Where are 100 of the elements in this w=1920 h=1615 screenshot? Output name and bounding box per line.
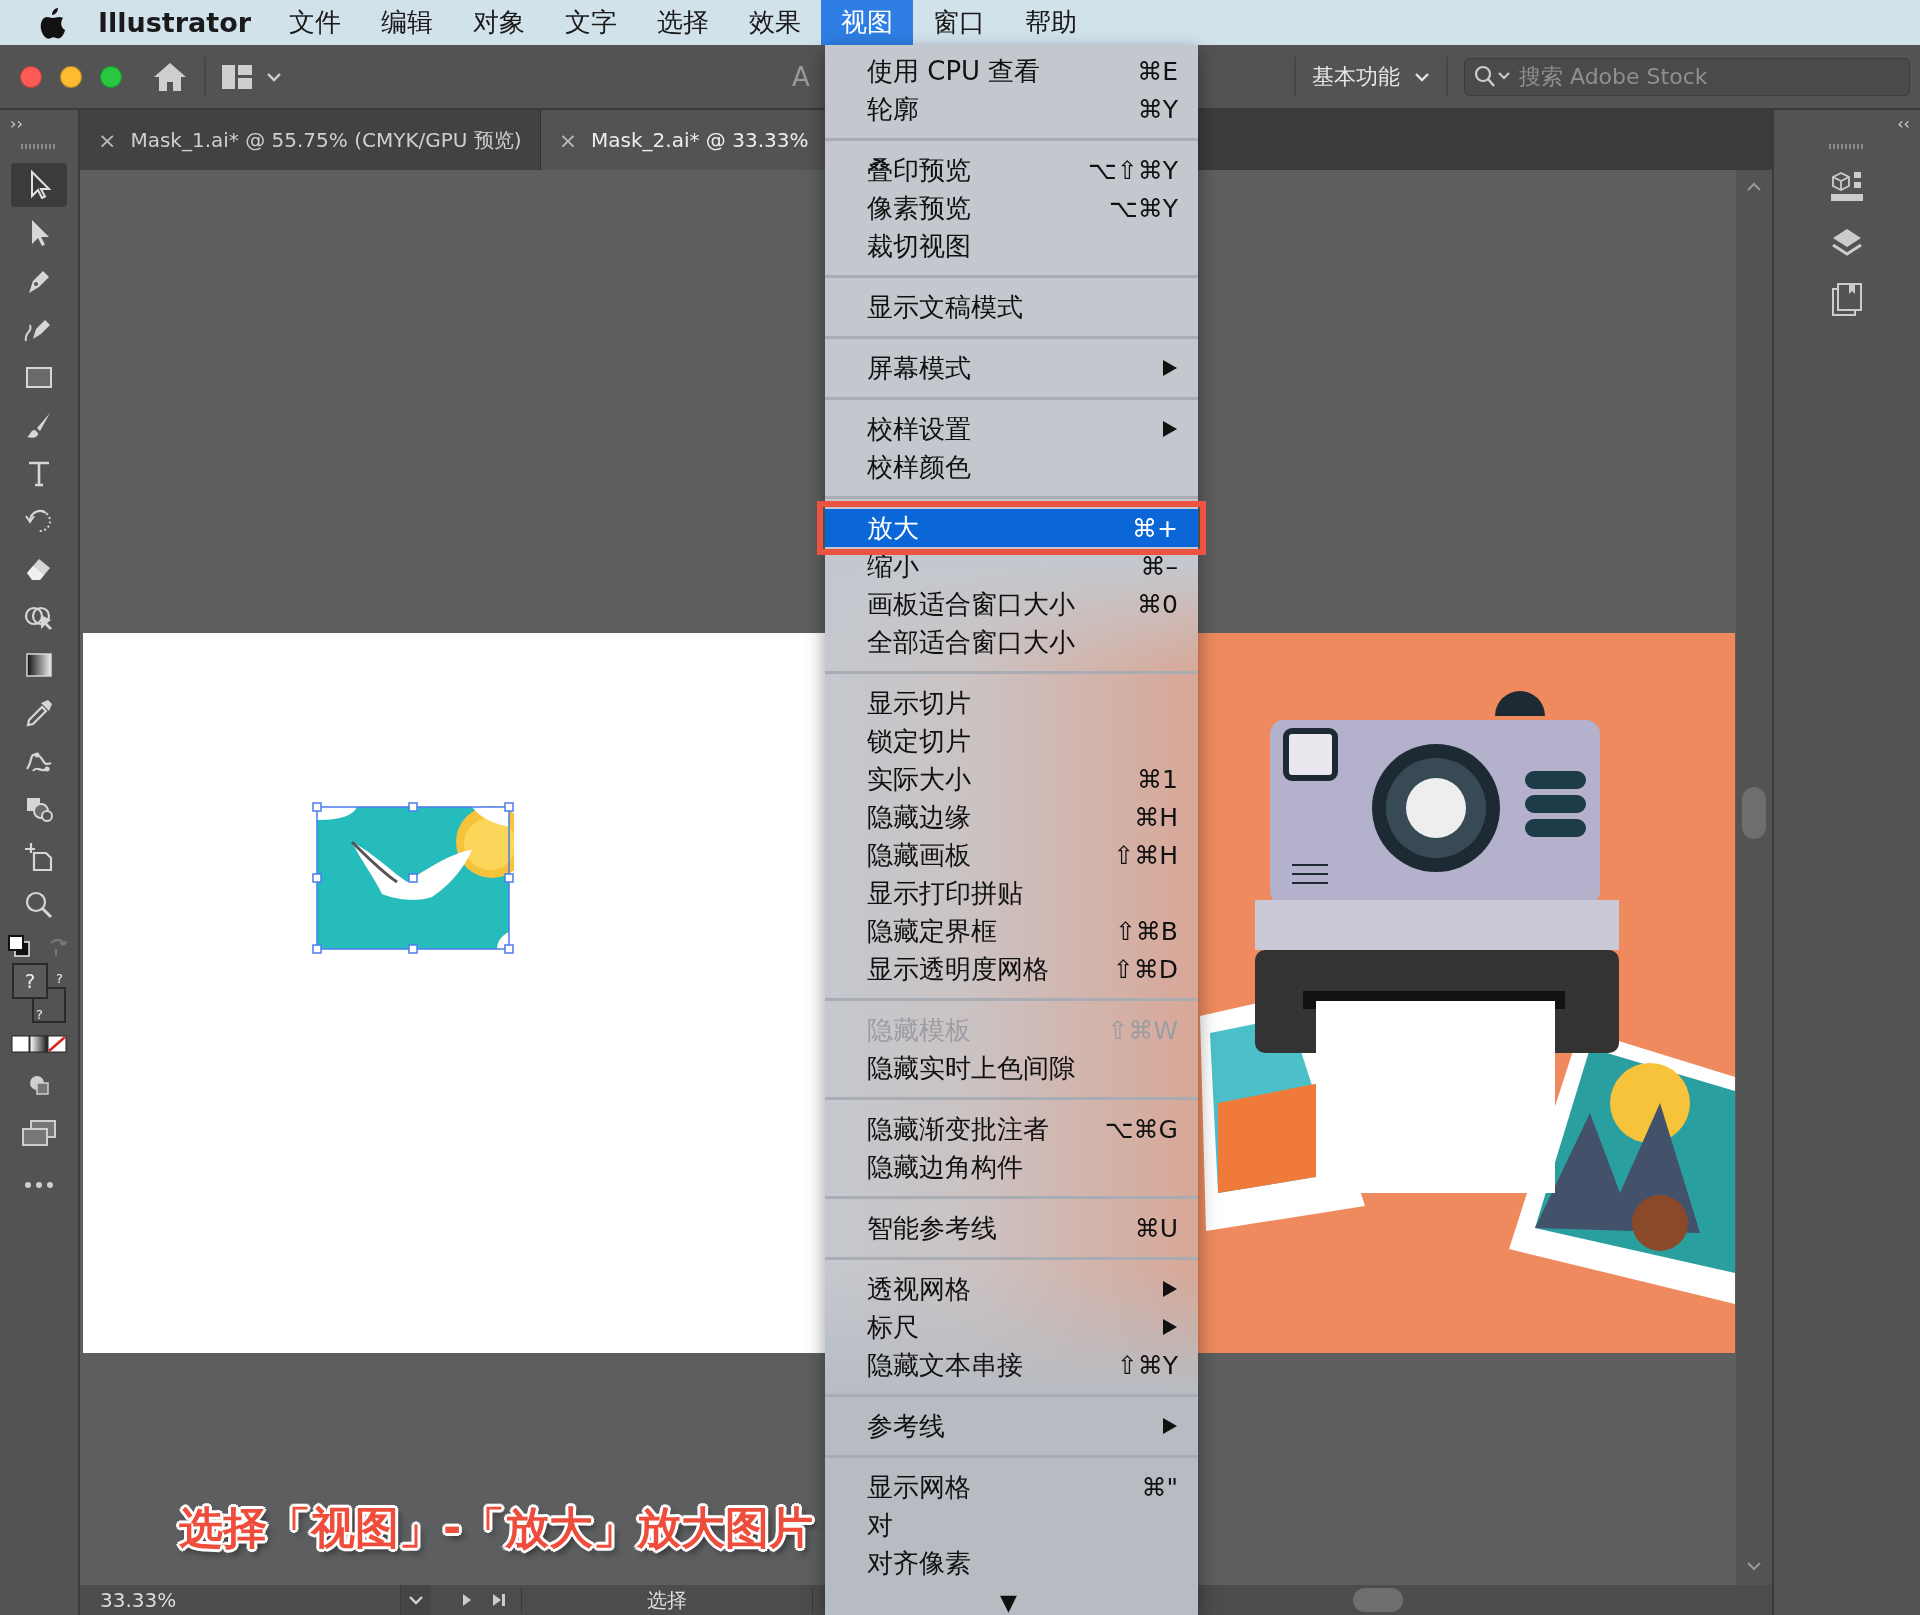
shortcut-label: ⌘" [1141,1472,1178,1502]
shortcut-label: ⌥⌘Y [1108,193,1178,223]
more-icon[interactable] [24,1181,54,1189]
menu-item[interactable]: 校样设置 [825,410,1198,448]
menu-item[interactable]: 裁切视图 [825,227,1198,265]
shortcut-label: ⌘0 [1137,589,1178,619]
menu-item[interactable]: 画板适合窗口大小 ⌘0 [825,585,1198,623]
scroll-down-icon[interactable] [1746,1561,1762,1571]
chevron-down-icon [1414,71,1430,82]
submenu-arrow-icon [1162,1280,1178,1298]
menu-item[interactable]: 锁定切片 [825,722,1198,760]
scroll-down-arrow[interactable]: ▼ [1000,1590,1017,1615]
menu-item[interactable]: 实际大小 ⌘1 [825,760,1198,798]
menu-bar-item[interactable]: 视图 [821,0,914,45]
zoom-level-field[interactable]: 33.33% [80,1588,220,1612]
menu-item[interactable]: 显示打印拼贴 [825,874,1198,912]
apple-logo-icon[interactable] [38,5,68,40]
selected-bird-image-drawing[interactable] [312,802,514,954]
menu-bar-item[interactable]: 帮助 [1005,0,1098,45]
workspace-switcher[interactable]: 基本功能 [1312,61,1430,92]
menu-bar-item[interactable]: 文件 [269,0,362,45]
menu-item[interactable]: 显示文稿模式 [825,288,1198,326]
caption-text: 选择「视图」-「放大」放大图片 [178,1501,815,1555]
close-tab-button[interactable]: × [558,127,578,153]
menu-item[interactable]: 显示切片 [825,684,1198,722]
menu-item[interactable]: 显示透明度网格 ⇧⌘D [825,950,1198,988]
tab-title: Mask_2.ai* @ 33.33% [591,128,809,152]
menu-bar-item[interactable]: 文字 [545,0,638,45]
home-icon[interactable] [152,60,188,93]
default-colors-icon[interactable] [8,935,30,957]
last-artboard-icon[interactable] [491,1592,507,1608]
menu-bar-item[interactable]: 选择 [637,0,730,45]
scroll-up-icon[interactable] [1746,182,1762,192]
menu-bar-item[interactable]: 对象 [453,0,546,45]
shortcut-label: ⇧⌘D [1112,954,1178,984]
shortcut-label: ⌥⌘G [1104,1114,1178,1144]
menu-item[interactable]: 轮廓 ⌘Y [825,90,1198,128]
submenu-arrow-icon [1162,359,1178,377]
menu-item[interactable]: 隐藏边缘 ⌘H [825,798,1198,836]
menu-item[interactable]: 对 [825,1506,1198,1544]
menu-item[interactable]: 隐藏边角构件 [825,1148,1198,1186]
zoom-window-button[interactable] [100,65,122,88]
menu-item[interactable]: 标尺 [825,1308,1198,1346]
scrollbar-thumb[interactable] [1353,1588,1403,1612]
search-field[interactable]: 搜索 Adobe Stock [1464,57,1910,96]
close-window-button[interactable] [20,65,42,88]
shortcut-label: ⌘– [1140,551,1178,581]
menu-item[interactable]: 屏幕模式 [825,349,1198,387]
collapse-panel-button[interactable]: ‹‹ [1897,110,1910,138]
menu-bar-item[interactable]: 编辑 [361,0,454,45]
screen-mode-icon[interactable] [21,1119,57,1147]
zoom-dropdown-button[interactable] [400,1585,431,1615]
shortcut-label: ⌘Y [1137,94,1178,124]
shortcut-label: ⇧⌘H [1113,840,1178,870]
menu-bar-item[interactable]: 效果 [729,0,822,45]
shortcut-label: ⌘U [1134,1213,1178,1243]
menu-item[interactable]: 隐藏画板 ⇧⌘H [825,836,1198,874]
chevron-down-icon [266,71,282,82]
shortcut-label: ⇧⌘Y [1116,1350,1178,1380]
expand-panel-button[interactable]: ›› [10,110,23,138]
draw-mode-icon[interactable] [27,1073,51,1097]
menu-item[interactable]: 智能参考线 ⌘U [825,1209,1198,1247]
shortcut-label: ⇧⌘B [1114,916,1178,946]
next-artboard-icon[interactable] [461,1592,473,1608]
minimize-window-button[interactable] [60,65,82,88]
scrollbar-thumb[interactable] [1742,787,1766,839]
submenu-arrow-icon [1162,420,1178,438]
menu-item[interactable]: 隐藏实时上色间隙 [825,1049,1198,1087]
document-tab[interactable]: × Mask_2.ai* @ 33.33% [540,110,828,170]
chevron-down-icon [408,1595,424,1605]
color-mode-icon[interactable] [11,1035,67,1053]
menu-item[interactable]: 参考线 [825,1407,1198,1445]
submenu-arrow-icon [1162,1318,1178,1336]
bookmark-pages-icon [1829,281,1865,317]
menu-item[interactable]: 叠印预览 ⌥⇧⌘Y [825,151,1198,189]
shortcut-label: ⌘H [1134,802,1178,832]
menu-item[interactable]: 全部适合窗口大小 [825,623,1198,661]
tab-title: Mask_1.ai* @ 55.75% (CMYK/GPU 预览) [130,126,522,154]
status-mode-label[interactable]: 选择 [521,1586,813,1614]
close-tab-button[interactable]: × [98,127,117,153]
menu-bar-item[interactable]: 窗口 [913,0,1006,45]
submenu-arrow-icon [1162,1417,1178,1435]
menu-item[interactable]: 对齐像素 [825,1544,1198,1582]
menu-item[interactable]: 校样颜色 [825,448,1198,486]
shortcut-label: ⌥⇧⌘Y [1087,155,1178,185]
tool-button[interactable] [11,163,67,207]
menu-item[interactable]: 隐藏定界框 ⇧⌘B [825,912,1198,950]
menu-item[interactable]: 隐藏渐变批注者 ⌥⌘G [825,1110,1198,1148]
layout-icon[interactable] [222,64,252,89]
menu-item[interactable]: 使用 CPU 查看 ⌘E [825,52,1198,90]
app-menu[interactable]: Illustrator [98,7,252,38]
document-tab[interactable]: × Mask_1.ai* @ 55.75% (CMYK/GPU 预览) [80,110,541,170]
menu-item[interactable]: 像素预览 ⌥⌘Y [825,189,1198,227]
shortcut-label: ⌘E [1137,56,1178,86]
menu-item[interactable]: 隐藏文本串接 ⇧⌘Y [825,1346,1198,1384]
menu-item[interactable]: 显示网格 ⌘" [825,1468,1198,1506]
search-icon[interactable] [1474,64,1512,89]
menu-item[interactable]: 透视网格 [825,1270,1198,1308]
shortcut-label: ⌘+ [1132,513,1178,543]
menu-item[interactable]: 缩小 ⌘– [825,547,1198,585]
